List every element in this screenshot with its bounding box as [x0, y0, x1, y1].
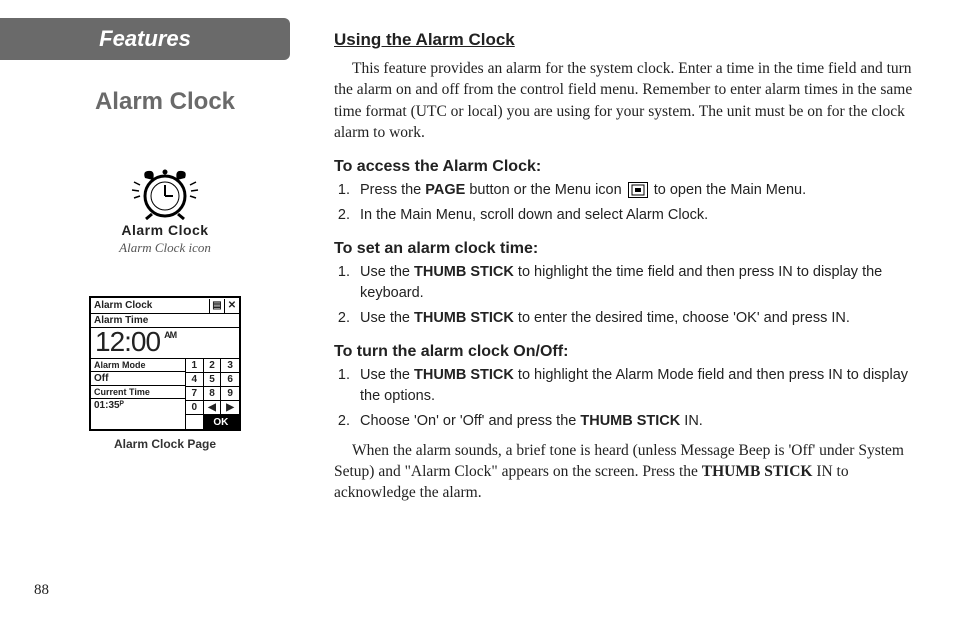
access-steps: Press the PAGE button or the Menu icon t… [334, 180, 922, 226]
section-title: Alarm Clock [95, 88, 235, 116]
manual-page: Features Alarm Clock Alarm Clock Alarm C… [0, 0, 954, 621]
icon-label: Alarm Clock [121, 222, 208, 238]
main-heading: Using the Alarm Clock [334, 30, 922, 50]
right-column: Using the Alarm Clock This feature provi… [330, 0, 954, 621]
outro-paragraph: When the alarm sounds, a brief tone is h… [334, 440, 922, 504]
section-tab: Features [0, 18, 290, 60]
set-subhead: To set an alarm clock time: [334, 240, 922, 258]
list-item: Press the PAGE button or the Menu icon t… [354, 180, 922, 201]
page-number: 88 [34, 582, 49, 599]
mini-ok: OK [204, 415, 239, 429]
mini-close-icon: ✕ [224, 299, 239, 313]
menu-icon [628, 182, 648, 198]
alarm-clock-page-preview: Alarm Clock ▤ ✕ Alarm Time 12:00 AM Alar… [89, 296, 241, 451]
mini-menu-icon: ▤ [209, 299, 224, 313]
list-item: Choose 'On' or 'Off' and press the THUMB… [354, 411, 922, 432]
list-item: Use the THUMB STICK to highlight the Ala… [354, 365, 922, 407]
onoff-steps: Use the THUMB STICK to highlight the Ala… [334, 365, 922, 432]
list-item: Use the THUMB STICK to highlight the tim… [354, 262, 922, 304]
alarm-clock-icon [128, 162, 202, 220]
left-column: Features Alarm Clock Alarm Clock Alarm C… [0, 0, 330, 621]
list-item: Use the THUMB STICK to enter the desired… [354, 308, 922, 329]
mini-alarm-mode: Off [91, 372, 185, 386]
access-subhead: To access the Alarm Clock: [334, 158, 922, 176]
alarm-clock-icon-block: Alarm Clock Alarm Clock icon [119, 162, 211, 256]
mini-current-time-label: Current Time [91, 386, 185, 399]
set-steps: Use the THUMB STICK to highlight the tim… [334, 262, 922, 329]
mini-current-time: 01:35ᴾ [91, 399, 185, 412]
intro-paragraph: This feature provides an alarm for the s… [334, 58, 922, 144]
onoff-subhead: To turn the alarm clock On/Off: [334, 343, 922, 361]
mini-keypad: 123 456 789 0◀▶ OK [185, 359, 239, 429]
mini-alarm-time: 12:00 AM [91, 328, 239, 359]
icon-caption: Alarm Clock icon [119, 240, 211, 256]
mini-title: Alarm Clock [91, 300, 209, 311]
list-item: In the Main Menu, scroll down and select… [354, 205, 922, 226]
mini-caption: Alarm Clock Page [114, 437, 216, 451]
mini-screen: Alarm Clock ▤ ✕ Alarm Time 12:00 AM Alar… [89, 296, 241, 431]
mini-alarm-mode-label: Alarm Mode [91, 359, 185, 372]
